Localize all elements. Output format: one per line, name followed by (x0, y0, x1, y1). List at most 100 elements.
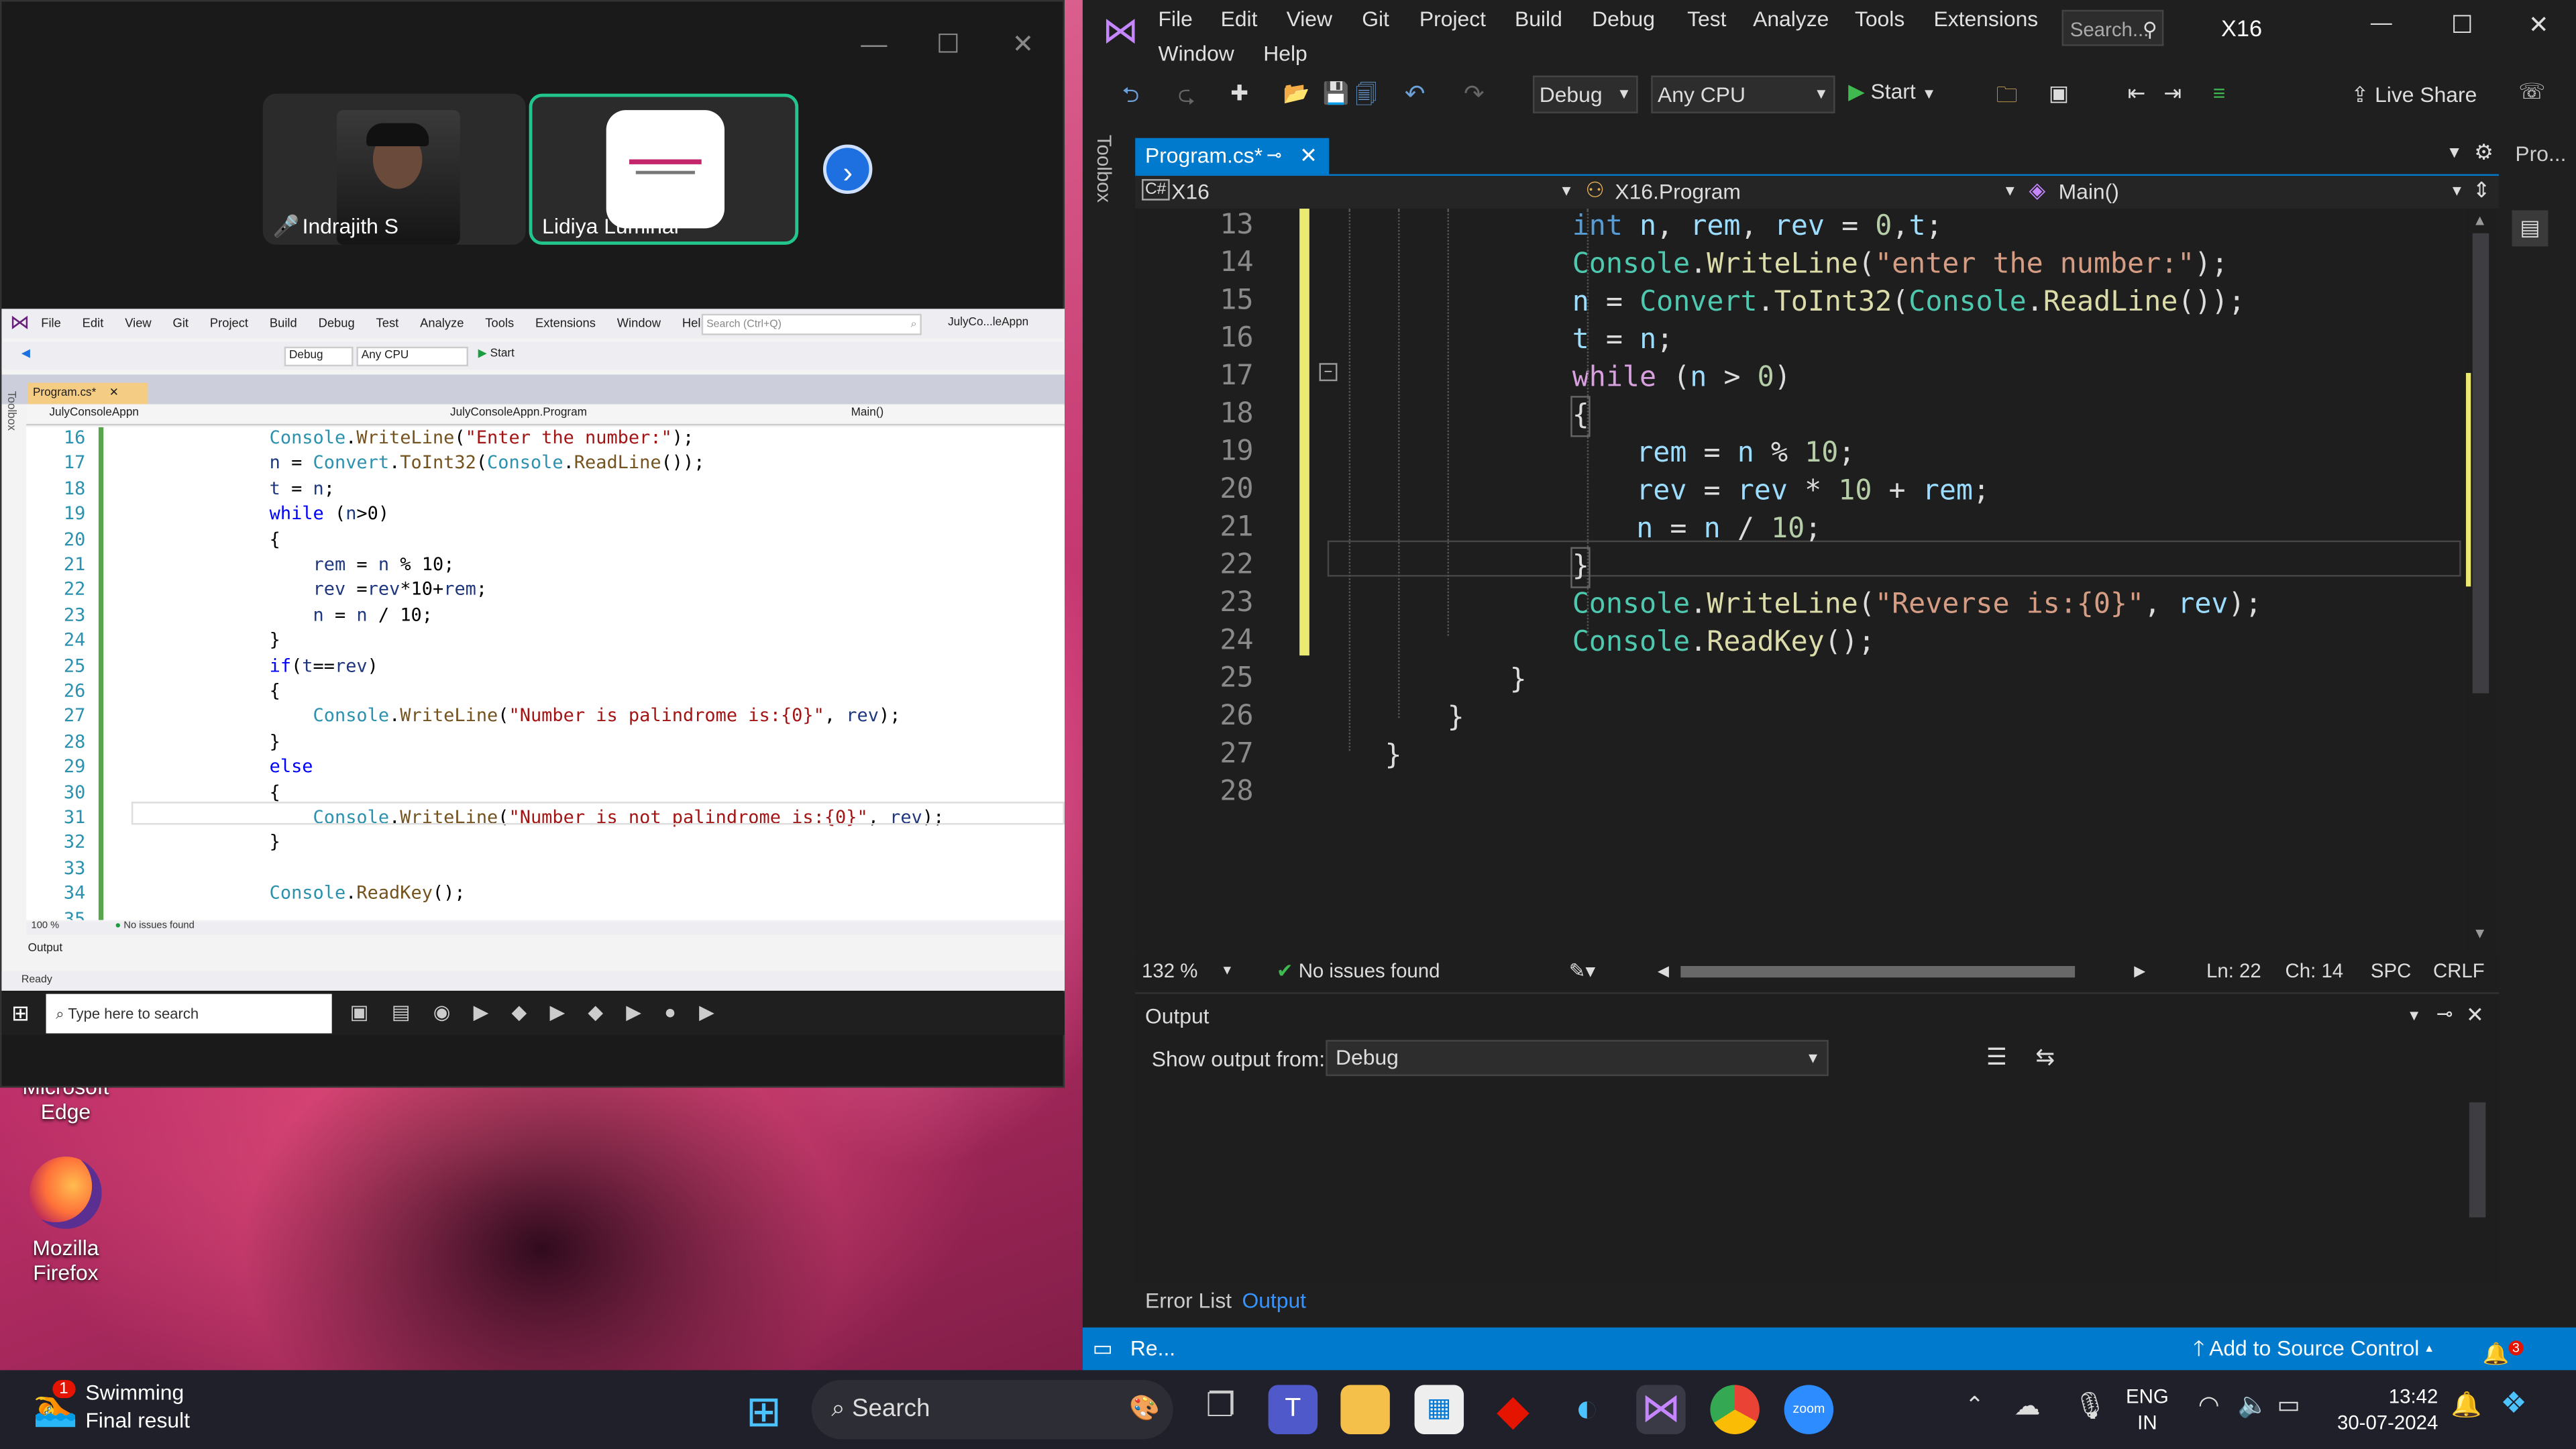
config-select[interactable]: Debug ▼ (1532, 75, 1638, 113)
menu-edit[interactable]: Edit (1221, 7, 1258, 32)
minimize-icon[interactable]: — (2371, 10, 2392, 35)
task-view-icon[interactable]: ❐ (1196, 1385, 1245, 1434)
desktop-icon-firefox[interactable]: Mozilla Firefox (8, 1150, 123, 1285)
menu-tools[interactable]: Tools (1855, 7, 1904, 32)
chevron-down-icon[interactable]: ▼ (2447, 145, 2463, 163)
menu-analyze[interactable]: Analyze (1753, 7, 1829, 32)
tab-output[interactable]: Output (1242, 1281, 1306, 1321)
word-wrap-icon[interactable]: ⇆ (2035, 1043, 2055, 1071)
menu-build[interactable]: Build (270, 315, 297, 330)
file-explorer-icon[interactable] (1340, 1385, 1390, 1434)
open-folder-icon[interactable]: 📂 (1283, 80, 1310, 107)
nav-class[interactable]: X16.Program (1615, 179, 1741, 204)
toolbox-tab[interactable]: Toolbox (1093, 135, 1116, 203)
split-icon[interactable]: ⇕ (2473, 177, 2491, 203)
menu-analyze[interactable]: Analyze (420, 315, 464, 330)
line-ending-status[interactable]: CRLF (2433, 953, 2485, 989)
output-source-select[interactable]: Debug ▼ (1326, 1040, 1829, 1077)
live-share-button[interactable]: ⇪ Live Share (2351, 82, 2477, 108)
wifi-icon[interactable]: ◠ (2198, 1390, 2220, 1419)
menu-tools[interactable]: Tools (485, 315, 514, 330)
clear-all-icon[interactable]: ☰ (1986, 1043, 2007, 1071)
whitespace-status[interactable]: SPC (2371, 953, 2411, 989)
tab-program-cs[interactable]: Program.cs* ⊸ ✕ (1135, 138, 1330, 174)
code-editor[interactable]: − 13 int n, rem, rev = 0,t; 14 Console.Writ… (1135, 209, 2463, 951)
save-icon[interactable]: 💾 (1322, 80, 1349, 107)
nav-project[interactable]: JulyConsoleAppn (49, 407, 138, 419)
properties-icon[interactable]: ▤ (2512, 210, 2548, 247)
output-tab[interactable]: Output (28, 943, 62, 955)
undo-icon[interactable]: ↶ (1405, 79, 1426, 109)
menu-window[interactable]: Window (1159, 41, 1234, 66)
onedrive-icon[interactable]: ☁ (2014, 1390, 2040, 1423)
properties-tab[interactable]: Pro... (2506, 138, 2576, 171)
menu-git[interactable]: Git (173, 315, 189, 330)
redo-icon[interactable]: ↷ (1464, 79, 1485, 109)
chevron-down-icon[interactable]: ▼ (2407, 1007, 2422, 1023)
menu-debug[interactable]: Debug (319, 315, 355, 330)
platform-select[interactable]: Any CPU ▼ (1651, 75, 1835, 113)
shared-code-editor[interactable]: 16 Console.WriteLine("Enter the number:")… (26, 427, 1065, 920)
menu-window[interactable]: Window (617, 315, 661, 330)
add-source-control-button[interactable]: 🡑 Add to Source Control ▴ (2193, 1328, 2433, 1371)
copilot-icon[interactable]: ❖ (2500, 1387, 2527, 1421)
gear-icon[interactable]: ⚙ (2474, 140, 2493, 166)
navigate-forward-icon[interactable]: ⮎ (1178, 80, 1195, 117)
menu-view[interactable]: View (125, 315, 151, 330)
zoom-level[interactable]: 132 % (1142, 953, 1197, 989)
menu-git[interactable]: Git (1362, 7, 1389, 32)
feedback-icon[interactable]: ☏ (2518, 79, 2545, 105)
participant-tile-lidiya[interactable]: Lidiya Luminar (529, 93, 799, 245)
close-icon[interactable]: ✕ (2466, 1002, 2484, 1028)
language-indicator[interactable]: ENG IN (2126, 1383, 2169, 1436)
new-project-icon[interactable]: ✚ (1230, 80, 1248, 107)
menu-build[interactable]: Build (1515, 7, 1562, 32)
menu-test[interactable]: Test (1687, 7, 1726, 32)
git-app-icon[interactable]: ◆ (1489, 1385, 1538, 1434)
save-all-icon[interactable]: 🗐 (1355, 80, 1377, 117)
search-input[interactable]: Search (Ctrl+Q) ⌕ (701, 313, 922, 335)
taskbar-search[interactable]: ⌕ Type here to search (46, 994, 332, 1034)
close-tab-icon[interactable]: ✕ (109, 388, 119, 399)
menu-view[interactable]: View (1287, 7, 1332, 32)
clock[interactable]: 13:42 30-07-2024 (2326, 1383, 2438, 1436)
taskbar-search[interactable]: ⌕ Search 🎨 (811, 1380, 1173, 1440)
issues-status[interactable]: ✔ No issues found (1277, 953, 1440, 989)
notification-icon[interactable]: 🔔 3 (2482, 1328, 2523, 1376)
maximize-icon[interactable]: ☐ (2451, 10, 2473, 40)
python-icon[interactable]: ◐ (1562, 1385, 1611, 1434)
menu-debug[interactable]: Debug (1592, 7, 1655, 32)
desktop-icon-edge[interactable]: Microsoft Edge (8, 1075, 123, 1124)
maximize-icon[interactable]: ☐ (936, 28, 960, 61)
menu-edit[interactable]: Edit (83, 315, 104, 330)
attach-icon[interactable]: 🗀 (1996, 80, 2018, 117)
vertical-scrollbar[interactable]: ▲ ▼ (2465, 209, 2496, 951)
notification-bell-icon[interactable]: 🔔 (2451, 1390, 2482, 1419)
windows-start-icon[interactable]: ⊞ (746, 1387, 782, 1438)
platform-select[interactable]: Any CPU (356, 346, 468, 367)
store-icon[interactable]: ▦ (1414, 1385, 1464, 1434)
chevron-right-icon[interactable]: › (822, 144, 873, 194)
menu-file[interactable]: File (1159, 7, 1193, 32)
menu-project[interactable]: Project (210, 315, 248, 330)
chrome-icon[interactable] (1710, 1385, 1760, 1434)
close-icon[interactable]: ✕ (1012, 28, 1034, 61)
minimize-icon[interactable]: — (861, 32, 887, 61)
outdent-icon[interactable]: ⇥ (2163, 80, 2182, 107)
tab-error-list[interactable]: Error List (1145, 1281, 1232, 1321)
horizontal-scrollbar[interactable]: ◀ ▶ (1658, 961, 2151, 981)
microphone-icon[interactable]: 🎙 (2074, 1390, 2107, 1423)
participant-tile-indrajith[interactable]: 🎤 Indrajith S (262, 93, 526, 245)
pin-icon[interactable]: ⊸ (1267, 138, 1282, 174)
nav-project[interactable]: X16 (1171, 179, 1210, 204)
nav-class[interactable]: JulyConsoleAppn.Program (450, 407, 587, 419)
comment-icon[interactable]: ≡ (2213, 80, 2226, 105)
search-input[interactable]: Search... ⚲ (2061, 9, 2164, 46)
navigate-back-icon[interactable]: ⮌ (1122, 80, 1140, 117)
menu-extensions[interactable]: Extensions (535, 315, 596, 330)
menu-project[interactable]: Project (1419, 7, 1486, 32)
volume-icon[interactable]: 🔈 (2238, 1390, 2269, 1419)
battery-icon[interactable]: ▭ (2277, 1390, 2300, 1419)
config-select[interactable]: Debug (284, 346, 354, 367)
collapse-icon[interactable]: − (1319, 363, 1338, 382)
